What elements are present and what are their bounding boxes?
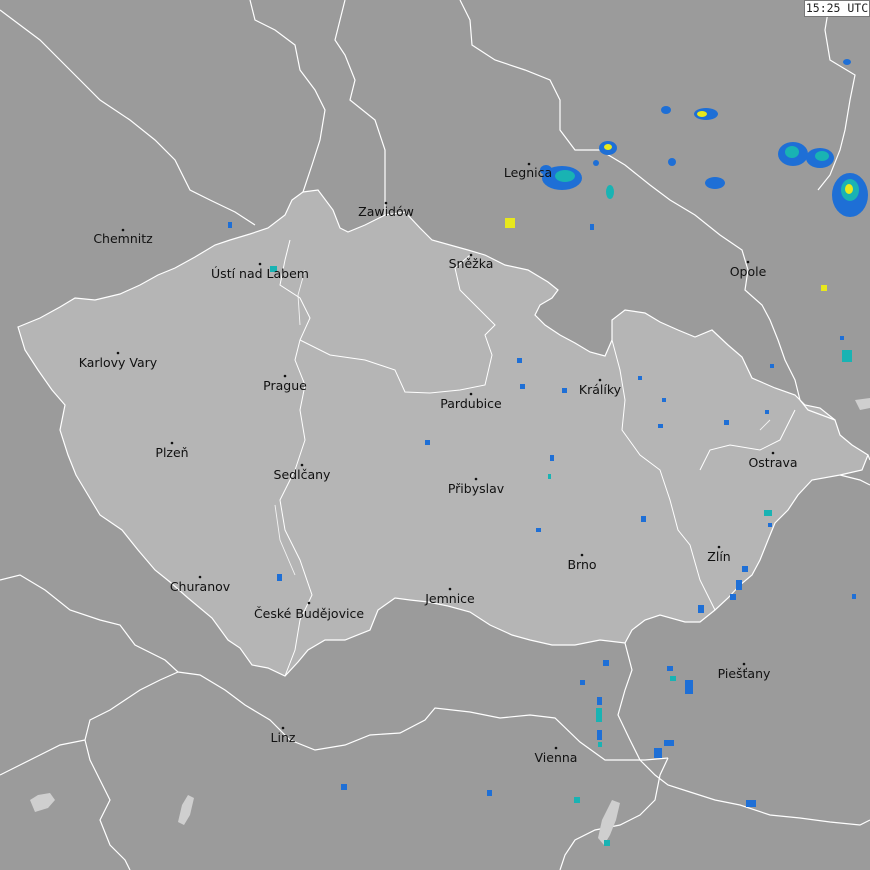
svg-text:Linz: Linz bbox=[271, 730, 296, 745]
svg-text:Jemnice: Jemnice bbox=[424, 591, 475, 606]
svg-text:Pardubice: Pardubice bbox=[440, 396, 502, 411]
svg-text:Brno: Brno bbox=[567, 557, 596, 572]
city-churanov: Churanov bbox=[170, 575, 231, 594]
svg-text:Plzeň: Plzeň bbox=[155, 445, 188, 460]
city-linz: Linz bbox=[271, 726, 296, 745]
svg-text:Zlín: Zlín bbox=[707, 549, 730, 564]
city-vienna: Vienna bbox=[535, 746, 578, 765]
city-ostrava: Ostrava bbox=[748, 451, 798, 470]
radar-map: Chemnitz Zawidów Legnica Ústí nad Labem … bbox=[0, 0, 870, 870]
svg-text:Sněžka: Sněžka bbox=[449, 256, 494, 271]
svg-text:Karlovy Vary: Karlovy Vary bbox=[79, 355, 158, 370]
svg-text:Přibyslav: Přibyslav bbox=[448, 481, 505, 496]
svg-text:Zawidów: Zawidów bbox=[358, 204, 414, 219]
city-pardubice: Pardubice bbox=[440, 392, 502, 411]
svg-text:Ústí nad Labem: Ústí nad Labem bbox=[211, 266, 309, 281]
city-zlin: Zlín bbox=[707, 545, 731, 564]
svg-text:Legnica: Legnica bbox=[504, 165, 552, 180]
svg-text:České Budějovice: České Budějovice bbox=[254, 606, 364, 621]
city-legnica: Legnica bbox=[504, 162, 552, 180]
city-usti-nad-labem: Ústí nad Labem bbox=[211, 262, 309, 281]
city-snezka: Sněžka bbox=[449, 253, 494, 271]
timestamp-label: 15:25 UTC bbox=[804, 0, 870, 17]
city-jemnice: Jemnice bbox=[424, 587, 475, 606]
city-opole: Opole bbox=[730, 260, 767, 279]
city-plzen: Plzeň bbox=[155, 441, 189, 460]
svg-text:Churanov: Churanov bbox=[170, 579, 231, 594]
city-karlovy-vary: Karlovy Vary bbox=[79, 351, 158, 370]
svg-text:Piešťany: Piešťany bbox=[718, 666, 771, 681]
city-kraliky: Králíky bbox=[579, 378, 622, 397]
city-sedlcany: Sedlčany bbox=[274, 463, 331, 482]
svg-text:Králíky: Králíky bbox=[579, 382, 622, 397]
svg-text:Chemnitz: Chemnitz bbox=[93, 231, 153, 246]
city-chemnitz: Chemnitz bbox=[93, 228, 153, 246]
svg-text:Vienna: Vienna bbox=[535, 750, 578, 765]
city-pribyslav: Přibyslav bbox=[448, 477, 505, 496]
svg-text:Ostrava: Ostrava bbox=[748, 455, 797, 470]
city-zawidow: Zawidów bbox=[358, 201, 414, 219]
svg-text:Opole: Opole bbox=[730, 264, 767, 279]
svg-text:Prague: Prague bbox=[263, 378, 307, 393]
city-prague: Prague bbox=[263, 374, 307, 393]
city-brno: Brno bbox=[567, 553, 597, 572]
city-piestany: Piešťany bbox=[718, 662, 771, 681]
svg-text:Sedlčany: Sedlčany bbox=[274, 467, 331, 482]
